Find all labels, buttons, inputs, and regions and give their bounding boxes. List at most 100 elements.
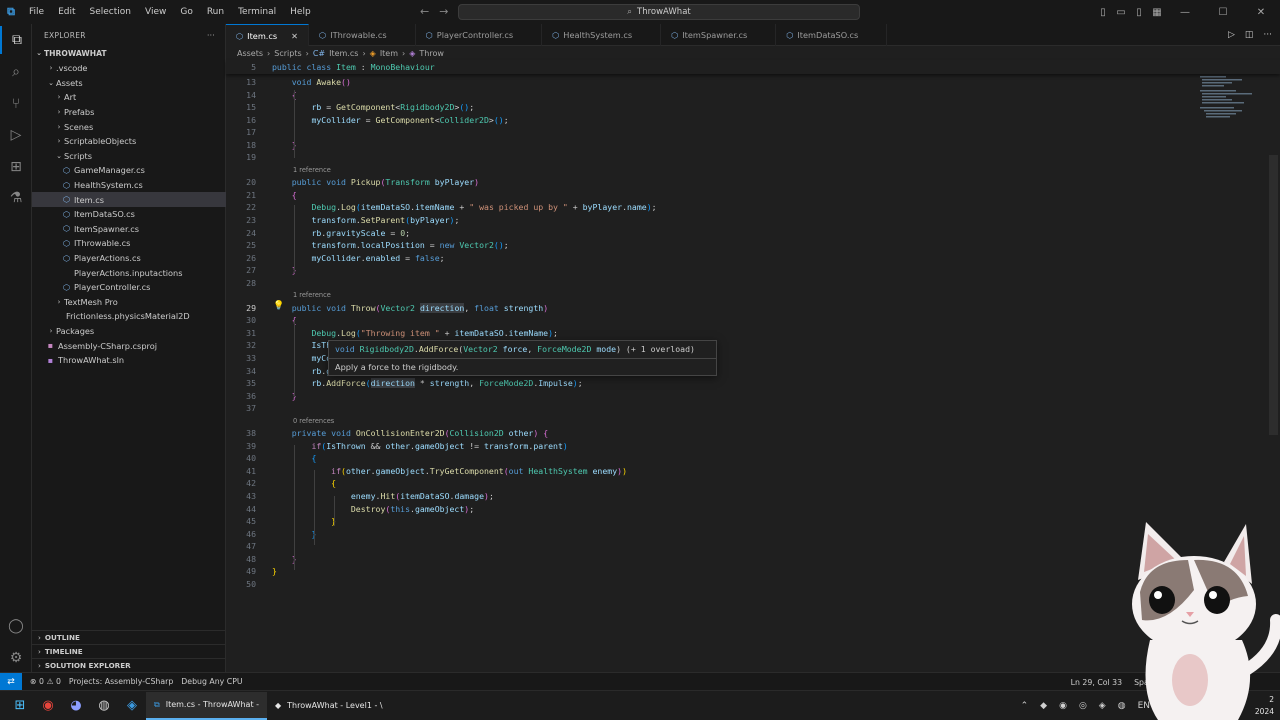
editor-tab[interactable]: ⬡ ItemDataSO.cs [776, 24, 888, 46]
tree-item[interactable]: ⬡ HealthSystem.cs [32, 178, 226, 193]
command-center[interactable]: ⌕ ThrowAWhat [458, 4, 860, 20]
tree-item[interactable]: ⬡ ItemSpawner.cs [32, 222, 226, 237]
csharp-file-icon: ⬡ [63, 253, 70, 263]
tree-item[interactable]: ▪ Assembly-CSharp.csproj [32, 338, 226, 353]
close-tab-icon[interactable]: ✕ [291, 31, 298, 41]
tree-item[interactable]: ▪ ThrowAWhat.sln [32, 353, 226, 368]
editor-tab[interactable]: ⬡ PlayerController.cs [416, 24, 543, 46]
tree-item[interactable]: ⬡ ItemDataSO.cs [32, 207, 226, 222]
menu-terminal[interactable]: Terminal [231, 7, 283, 17]
tree-item[interactable]: ⬡ PlayerActions.cs [32, 251, 226, 266]
breadcrumb-item[interactable]: Throw [419, 49, 444, 58]
codelens-references[interactable]: 0 references [293, 417, 334, 425]
forward-arrow-icon[interactable]: → [439, 5, 448, 18]
source-control-icon[interactable]: ⑂ [0, 90, 32, 118]
problems-status[interactable]: ⊗ 0 ⚠ 0 [30, 677, 61, 686]
method-icon: ◈ [409, 48, 416, 58]
vscode-logo-icon: ⧉ [7, 5, 15, 18]
settings-gear-icon[interactable]: ⚙ [0, 644, 32, 672]
tree-item[interactable]: › ScriptableObjects [32, 134, 226, 149]
tree-item[interactable]: › Scenes [32, 119, 226, 134]
lightbulb-icon[interactable]: 💡 [273, 301, 284, 311]
taskbar-app-vscode[interactable]: ⧉ Item.cs - ThrowAWhat - [146, 691, 268, 720]
tree-item[interactable]: › Packages [32, 324, 226, 339]
discord-icon[interactable]: ◕ [62, 692, 90, 720]
solution-explorer-section[interactable]: › SOLUTION EXPLORER [32, 658, 226, 672]
more-actions-icon[interactable]: ··· [1263, 30, 1272, 40]
testing-icon[interactable]: ⚗ [0, 184, 32, 212]
tree-item[interactable]: › Prefabs [32, 105, 226, 120]
workspace-root[interactable]: ⌄ THROWAWHAT [32, 46, 226, 61]
tree-item[interactable]: ⬡ IThrowable.cs [32, 236, 226, 251]
customize-layout-icon[interactable]: ▦ [1148, 7, 1166, 18]
run-icon[interactable]: ▷ [1228, 30, 1235, 40]
tray-chevron-up-icon[interactable]: ⌃ [1021, 701, 1029, 711]
windows-start-icon[interactable]: ⊞ [6, 692, 34, 720]
menu-help[interactable]: Help [283, 7, 318, 17]
toggle-secondary-sidebar-icon[interactable]: ▯ [1130, 7, 1148, 18]
tree-item[interactable]: › Art [32, 90, 226, 105]
line-number: 46 [246, 528, 256, 539]
tree-item[interactable]: › .vscode [32, 61, 226, 76]
code-line: { [272, 90, 297, 100]
tree-item[interactable]: ⬡ PlayerController.cs [32, 280, 226, 295]
vertical-scrollbar[interactable] [1269, 155, 1278, 435]
remote-indicator-icon[interactable]: ⇄ [0, 672, 22, 691]
explorer-icon[interactable]: ⧉ [0, 26, 32, 54]
breadcrumb-item[interactable]: Item.cs [329, 49, 358, 58]
menu-view[interactable]: View [138, 7, 173, 17]
minimize-icon[interactable]: — [1166, 7, 1204, 18]
tab-label: HealthSystem.cs [563, 30, 633, 40]
outline-section[interactable]: › OUTLINE [32, 630, 226, 644]
editor-tab[interactable]: ⬡ ItemSpawner.cs [661, 24, 777, 46]
tree-item-label: PlayerController.cs [74, 282, 151, 293]
tree-item[interactable]: › TextMesh Pro [32, 295, 226, 310]
maximize-icon[interactable]: ☐ [1204, 7, 1242, 18]
tree-item[interactable]: PlayerActions.inputactions [32, 265, 226, 280]
editor-tab[interactable]: ⬡ IThrowable.cs [309, 24, 416, 46]
breadcrumb-item[interactable]: Assets [237, 49, 263, 58]
tree-item[interactable]: ⌄ Assets [32, 76, 226, 91]
tree-item[interactable]: Frictionless.physicsMaterial2D [32, 309, 226, 324]
tray-app-icon[interactable]: ◈ [1099, 701, 1106, 711]
debug-config-status[interactable]: Debug Any CPU [181, 677, 242, 686]
sticky-scroll[interactable]: 5 public class Item : MonoBehaviour [226, 60, 1280, 74]
tree-item[interactable]: ⬡ Item.cs [32, 192, 226, 207]
breadcrumb-item[interactable]: Scripts [274, 49, 301, 58]
codelens-references[interactable]: 1 reference [293, 291, 331, 299]
menu-go[interactable]: Go [173, 7, 199, 17]
close-window-icon[interactable]: ✕ [1242, 7, 1280, 18]
cursor-position[interactable]: Ln 29, Col 33 [1071, 678, 1122, 687]
search-view-icon[interactable]: ⌕ [0, 58, 32, 86]
tree-item[interactable]: ⬡ GameManager.cs [32, 163, 226, 178]
accounts-icon[interactable]: ◯ [0, 612, 32, 640]
tray-app-icon[interactable]: ◎ [1079, 701, 1087, 711]
split-editor-icon[interactable]: ◫ [1245, 30, 1254, 40]
chrome-icon[interactable]: ◉ [34, 692, 62, 720]
more-actions-icon[interactable]: ··· [207, 31, 215, 40]
steam-icon[interactable]: ◍ [90, 692, 118, 720]
breadcrumb-item[interactable]: Item [380, 49, 398, 58]
menu-run[interactable]: Run [200, 7, 231, 17]
visual-studio-installer-icon[interactable]: ◈ [118, 692, 146, 720]
tree-item[interactable]: ⌄ Scripts [32, 149, 226, 164]
timeline-section[interactable]: › TIMELINE [32, 644, 226, 658]
tray-app-icon[interactable]: ◆ [1040, 701, 1047, 711]
taskbar-app-unity[interactable]: ◆ ThrowAWhat - Level1 - \ [267, 692, 391, 720]
editor-tab[interactable]: ⬡ Item.cs ✕ [226, 24, 310, 46]
tray-app-icon[interactable]: ◍ [1118, 701, 1126, 711]
toggle-panel-icon[interactable]: ▭ [1112, 7, 1130, 18]
projects-status[interactable]: Projects: Assembly-CSharp [69, 677, 173, 686]
back-arrow-icon[interactable]: ← [420, 5, 429, 18]
menu-selection[interactable]: Selection [83, 7, 138, 17]
line-number: 33 [246, 353, 256, 363]
code-line: { [331, 478, 337, 489]
editor-tab[interactable]: ⬡ HealthSystem.cs [542, 24, 662, 46]
extensions-icon[interactable]: ⊞ [0, 153, 32, 181]
tray-app-icon[interactable]: ◉ [1059, 701, 1067, 711]
menu-file[interactable]: File [22, 7, 51, 17]
menu-edit[interactable]: Edit [51, 7, 82, 17]
run-debug-icon[interactable]: ▷ [0, 121, 32, 149]
codelens-references[interactable]: 1 reference [293, 166, 331, 174]
toggle-sidebar-icon[interactable]: ▯ [1094, 7, 1112, 18]
